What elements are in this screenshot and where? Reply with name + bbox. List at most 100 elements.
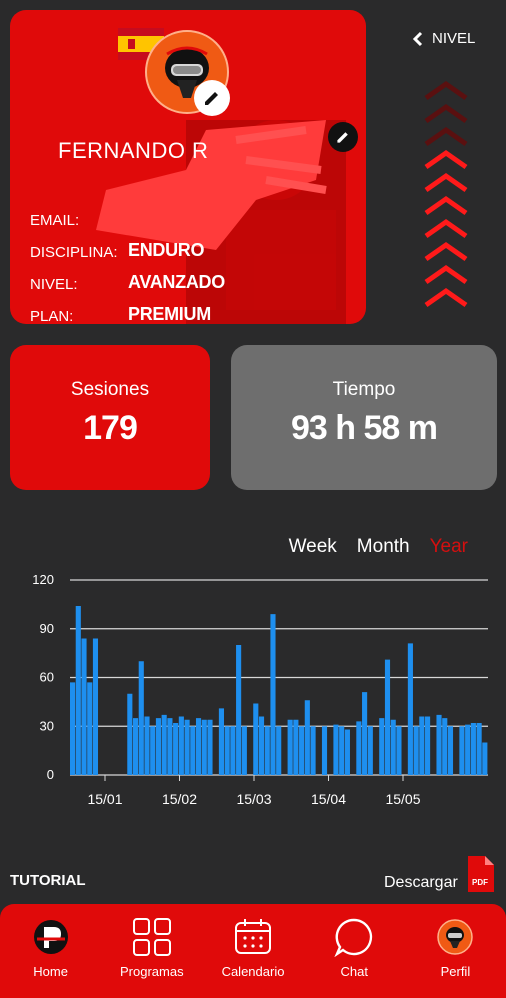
level-indicator	[422, 80, 470, 310]
plan-value: PREMIUM	[128, 304, 211, 324]
tab-week[interactable]: Week	[289, 536, 337, 558]
bar[interactable]	[150, 726, 156, 775]
bar[interactable]	[356, 721, 362, 775]
nav-calendario[interactable]: Calendario	[202, 904, 303, 998]
bar[interactable]	[436, 714, 442, 775]
level-chevron-icon	[424, 218, 468, 239]
nivel-label: NIVEL	[432, 30, 476, 47]
bar[interactable]	[442, 718, 448, 775]
bar[interactable]	[293, 719, 299, 775]
nav-home[interactable]: Home	[0, 904, 101, 998]
bar[interactable]	[367, 726, 373, 775]
nav-calendario-label: Calendario	[221, 964, 285, 979]
tab-month[interactable]: Month	[357, 536, 410, 558]
bar[interactable]	[173, 723, 179, 775]
profile-card: FERNANDO R EMAIL: DISCIPLINA: ENDURO NIV…	[10, 10, 366, 324]
download-link[interactable]: Descargar	[384, 874, 458, 892]
nav-chat-label: Chat	[340, 964, 368, 979]
bar[interactable]	[195, 718, 202, 775]
period-tabs: Week Month Year	[289, 536, 468, 558]
plan-row: PLAN: PREMIUM	[30, 304, 211, 324]
bar[interactable]	[333, 724, 339, 775]
nav-perfil-label: Perfil	[440, 964, 471, 979]
bar[interactable]	[218, 708, 225, 775]
bar[interactable]	[276, 726, 282, 775]
bar[interactable]	[447, 726, 454, 775]
y-tick-label: 120	[32, 572, 54, 587]
level-chevron-icon	[424, 149, 468, 170]
bar[interactable]	[384, 659, 391, 775]
bar[interactable]	[419, 716, 425, 776]
bar[interactable]	[407, 643, 413, 775]
bar[interactable]	[87, 682, 93, 775]
bar[interactable]	[127, 693, 133, 775]
bar[interactable]	[236, 645, 242, 775]
time-value: 93 h 58 m	[291, 409, 438, 447]
x-tick-label: 15/05	[385, 791, 420, 807]
y-tick-label: 90	[40, 621, 54, 636]
bar[interactable]	[270, 614, 276, 775]
y-tick-label: 60	[40, 670, 54, 685]
bar[interactable]	[304, 700, 310, 775]
bar[interactable]	[344, 729, 350, 776]
nav-home-label: Home	[33, 964, 68, 979]
bar[interactable]	[190, 726, 196, 775]
bar[interactable]	[224, 726, 230, 775]
bar[interactable]	[201, 719, 207, 775]
pdf-icon[interactable]: PDF	[466, 856, 494, 892]
bar[interactable]	[155, 718, 162, 775]
bar[interactable]	[132, 718, 139, 775]
bar[interactable]	[321, 726, 328, 775]
nav-programas[interactable]: Programas	[101, 904, 202, 998]
bar[interactable]	[253, 703, 259, 776]
nav-programas-label: Programas	[120, 964, 184, 979]
nav-chat[interactable]: Chat	[304, 904, 405, 998]
bar[interactable]	[339, 726, 345, 775]
bar[interactable]	[390, 719, 396, 775]
level-chevron-icon	[424, 195, 468, 216]
x-tick-label: 15/01	[87, 791, 122, 807]
bar[interactable]	[184, 719, 190, 775]
bar[interactable]	[465, 724, 471, 775]
tab-year[interactable]: Year	[430, 536, 468, 558]
bar[interactable]	[138, 661, 144, 775]
bar[interactable]	[92, 638, 99, 776]
bar[interactable]	[258, 716, 265, 776]
bar[interactable]	[310, 726, 316, 775]
nivel-link[interactable]: NIVEL	[412, 30, 475, 47]
bar[interactable]	[396, 726, 402, 775]
bar[interactable]	[81, 638, 87, 776]
edit-avatar-button[interactable]	[194, 80, 230, 116]
bar[interactable]	[161, 714, 167, 775]
bar[interactable]	[425, 716, 431, 776]
level-chevron-icon	[424, 264, 468, 285]
bar[interactable]	[470, 723, 476, 775]
bar[interactable]	[75, 606, 81, 775]
x-tick-label: 15/02	[162, 791, 197, 807]
bar[interactable]	[207, 719, 213, 775]
bar[interactable]	[287, 719, 293, 775]
x-tick-label: 15/03	[236, 791, 271, 807]
discipline-value: ENDURO	[128, 240, 205, 260]
bar[interactable]	[362, 692, 368, 775]
bar[interactable]	[230, 726, 236, 775]
calendar-icon	[235, 919, 271, 954]
bar[interactable]	[264, 726, 270, 775]
bar[interactable]	[241, 726, 247, 775]
bar[interactable]	[70, 682, 76, 775]
bar[interactable]	[482, 742, 488, 776]
nav-perfil[interactable]: Perfil	[405, 904, 506, 998]
edit-profile-button[interactable]	[328, 122, 358, 152]
bar[interactable]	[167, 718, 173, 775]
bar[interactable]	[476, 723, 482, 775]
bar[interactable]	[413, 726, 419, 775]
sessions-title: Sesiones	[70, 379, 150, 400]
bar[interactable]	[144, 716, 150, 776]
bar[interactable]	[459, 726, 465, 775]
chevron-left-icon	[412, 31, 423, 46]
bar[interactable]	[379, 718, 385, 775]
discipline-label: DISCIPLINA:	[30, 244, 118, 261]
bar[interactable]	[178, 716, 184, 776]
bar[interactable]	[299, 726, 305, 775]
email-label: EMAIL:	[30, 212, 80, 229]
